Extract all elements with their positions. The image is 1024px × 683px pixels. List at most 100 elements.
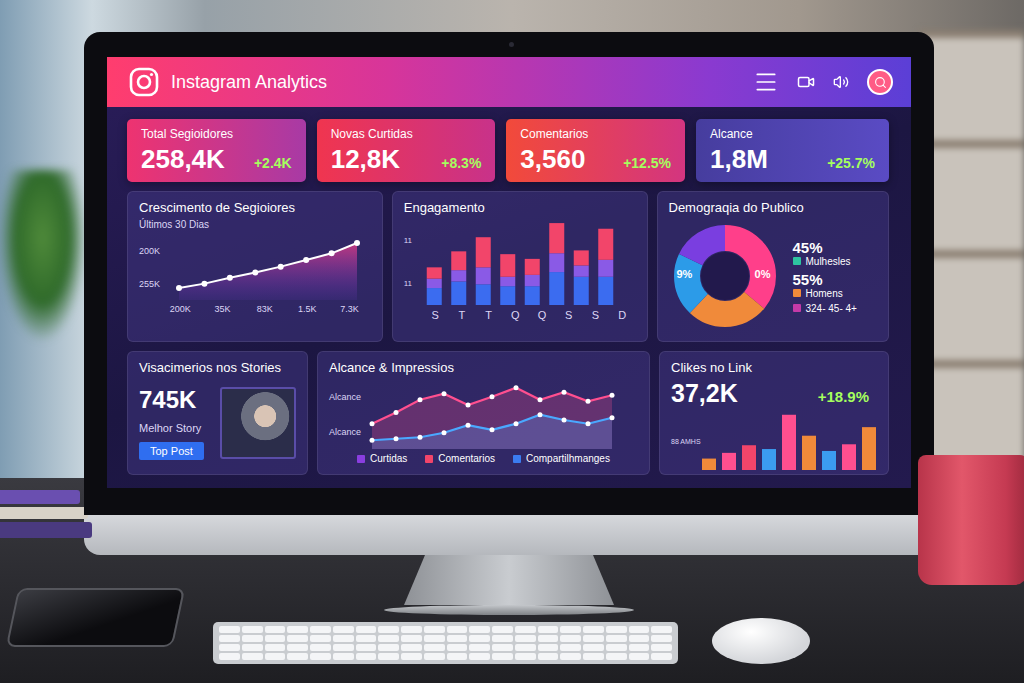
reach-point <box>586 421 591 426</box>
engagement-bar <box>525 275 540 286</box>
speaker-icon[interactable] <box>833 74 849 90</box>
dashboard-title: Instagram Analytics <box>171 72 741 93</box>
legend-swatch <box>357 455 365 463</box>
keyboard-key <box>560 644 581 651</box>
keyboard-key <box>447 653 468 660</box>
keyboard-key <box>606 626 627 633</box>
instagram-logo-icon <box>129 67 159 97</box>
keyboard-key <box>538 644 559 651</box>
stat-change: +12.5% <box>623 155 671 171</box>
engagement-bar <box>427 288 442 305</box>
dashboard-header: Instagram Analytics <box>107 57 911 107</box>
keyboard-key <box>515 635 536 642</box>
search-button[interactable] <box>867 69 893 95</box>
stories-value: 745K <box>139 386 204 414</box>
clicks-change: +18.9% <box>818 388 869 405</box>
reach-point <box>394 410 399 415</box>
keyboard-key <box>469 653 490 660</box>
x-tick: 1.5K <box>286 304 328 314</box>
reach-point <box>370 421 375 426</box>
keyboard-key <box>401 635 422 642</box>
keyboard-key <box>583 635 604 642</box>
keyboard-key <box>242 653 263 660</box>
keyboard-key <box>219 635 240 642</box>
keyboard-key <box>492 653 513 660</box>
age-legend: 324- 45- 4+ <box>793 303 857 314</box>
reach-point <box>418 435 423 440</box>
y-axis: AlcanceAlcance <box>329 379 363 449</box>
keyboard-key <box>378 626 399 633</box>
y-tick: 11 <box>404 279 418 288</box>
axis-label: Alcance <box>329 427 363 437</box>
stat-change: +2.4K <box>254 155 292 171</box>
keyboard-key <box>651 626 672 633</box>
y-tick: 255K <box>139 279 169 289</box>
chart-row: Visacimerios nos Stories745KMelhor Story… <box>127 351 889 475</box>
donut: 9%0% <box>669 220 781 332</box>
x-axis: STTQQSSD <box>404 309 636 321</box>
legend-item: Curtidas <box>357 453 407 464</box>
panel-title: Engagamento <box>404 200 636 215</box>
engagement-bar <box>427 279 442 288</box>
story-thumbnail[interactable] <box>220 387 296 459</box>
x-axis: 200K35K83K1.5K7.3K <box>139 304 371 314</box>
day-label: S <box>422 309 449 321</box>
keyboard-key <box>356 626 377 633</box>
clicks-bar <box>822 451 836 470</box>
keyboard-key <box>219 653 240 660</box>
stat-label: Alcance <box>710 127 875 141</box>
legend-swatch <box>793 289 801 297</box>
legend-label: Compartilhmanges <box>526 453 610 464</box>
stat-card[interactable]: Novas Curtidas12,8K+8.3% <box>317 119 496 182</box>
stat-label: Comentarios <box>520 127 671 141</box>
day-label: Q <box>529 309 556 321</box>
growth-point <box>252 270 258 276</box>
reach-point <box>466 423 471 428</box>
menu-icon[interactable] <box>753 69 779 95</box>
donut-segment <box>687 238 763 314</box>
donut-segment <box>687 238 763 314</box>
keyboard-key <box>560 653 581 660</box>
top-post-button[interactable]: Top Post <box>139 442 204 460</box>
keyboard-key <box>651 635 672 642</box>
legend-label: Homens <box>806 288 843 299</box>
donut-label: 0% <box>755 268 771 280</box>
monitor: Instagram Analytics Total Segioidores258,… <box>84 32 934 615</box>
keyboard-key <box>469 644 490 651</box>
keyboard-key <box>583 644 604 651</box>
y-tick: 11 <box>404 236 418 245</box>
reach-point <box>418 397 423 402</box>
day-label: S <box>555 309 582 321</box>
engagement-bar <box>549 272 564 305</box>
keyboard-key <box>447 644 468 651</box>
reach-point <box>586 399 591 404</box>
engagement-bar <box>574 277 589 305</box>
keyboard-key <box>538 626 559 633</box>
keyboard-key <box>606 635 627 642</box>
keyboard-key <box>629 626 650 633</box>
stat-value: 3,560 <box>520 144 585 175</box>
stat-card[interactable]: Alcance1,8M+25.7% <box>696 119 889 182</box>
keyboard-key <box>629 653 650 660</box>
keyboard-key <box>447 626 468 633</box>
keyboard-key <box>219 626 240 633</box>
keyboard-key <box>469 626 490 633</box>
legend-swatch <box>513 455 521 463</box>
stat-card[interactable]: Comentarios 3,560 +12.5% <box>506 119 685 182</box>
keyboard-key <box>583 626 604 633</box>
y-axis: 200K 255K <box>139 234 169 300</box>
video-icon[interactable] <box>797 73 815 91</box>
reach-line <box>372 388 612 424</box>
keyboard-key <box>651 653 672 660</box>
keyboard-key <box>310 644 331 651</box>
engagement-bar <box>451 251 466 270</box>
keyboard-key <box>310 626 331 633</box>
keyboard-key <box>629 644 650 651</box>
y-tick: 200K <box>139 246 169 256</box>
panel-title: Visacimerios nos Stories <box>139 360 296 375</box>
legend-swatch <box>425 455 433 463</box>
stat-card[interactable]: Total Segioidores258,4K+2.4K <box>127 119 306 182</box>
engagement-panel: Engagamento1111STTQQSSD <box>392 191 648 342</box>
legend-swatch <box>793 304 801 312</box>
keyboard-key <box>515 653 536 660</box>
